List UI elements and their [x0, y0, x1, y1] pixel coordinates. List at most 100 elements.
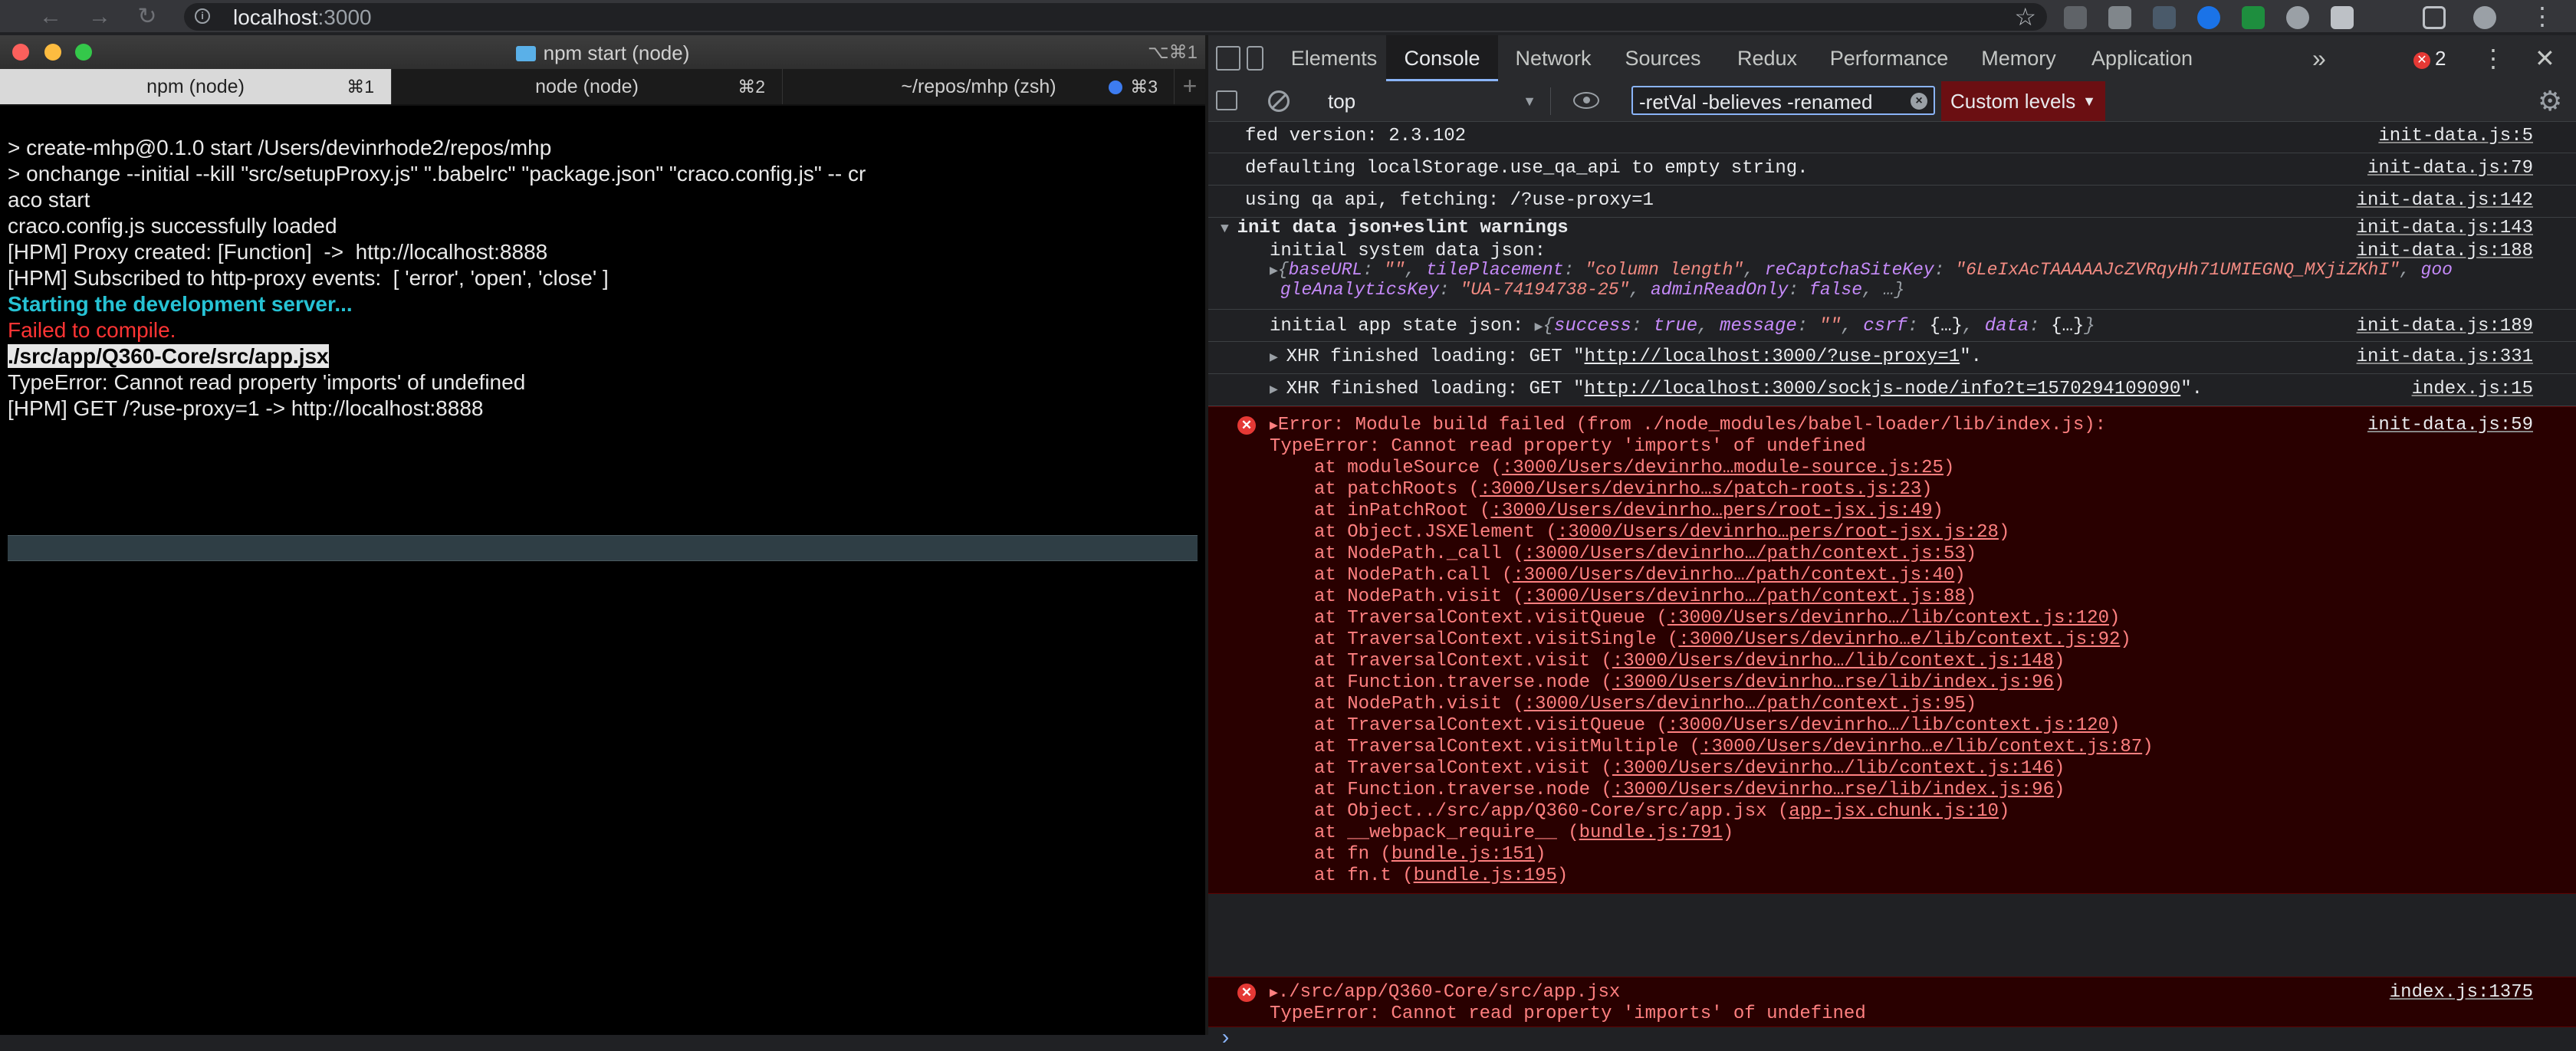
new-tab-plus-icon[interactable]: +: [1174, 69, 1205, 104]
extension-briefcase-icon[interactable]: [2108, 6, 2131, 29]
forward-arrow-icon[interactable]: →: [84, 5, 115, 29]
source-link[interactable]: index.js:15: [2412, 379, 2533, 400]
console-error[interactable]: ✕ ▶Error: Module build failed (from ./no…: [1208, 406, 2576, 894]
error-message[interactable]: ▶./src/app/Q360-Core/src/app.jsx: [1270, 982, 1620, 1004]
stack-frame-link[interactable]: :3000/Users/devinrho…module-source.js:25: [1502, 458, 1944, 478]
extension-info-icon[interactable]: [2197, 6, 2220, 29]
tab-application[interactable]: Application: [2076, 35, 2208, 81]
back-arrow-icon[interactable]: ←: [35, 5, 66, 29]
tab-network[interactable]: Network: [1498, 35, 1608, 81]
devtools-menu-icon[interactable]: ⋮: [2481, 35, 2505, 81]
stack-frame-link[interactable]: bundle.js:151: [1392, 844, 1535, 865]
cast-icon[interactable]: [2423, 6, 2446, 29]
stack-frame-link[interactable]: :3000/Users/devinrho…/lib/context.js:146: [1612, 758, 2054, 779]
extension-s-icon[interactable]: [2242, 6, 2265, 29]
stack-frame[interactable]: at NodePath.visit (:3000/Users/devinrho……: [1314, 586, 1976, 608]
group-toggle[interactable]: ▼ init data json+eslint warnings: [1221, 218, 1569, 240]
stack-frame[interactable]: at TraversalContext.visit (:3000/Users/d…: [1314, 758, 2065, 780]
terminal-tab-1[interactable]: npm (node) ⌘1: [0, 69, 391, 104]
source-link[interactable]: init-data.js:79: [2367, 158, 2533, 179]
context-select[interactable]: top ▼: [1319, 87, 1551, 115]
clear-filter-icon[interactable]: ×: [1911, 93, 1927, 110]
console-message[interactable]: defaulting localStorage.use_qa_api to em…: [1208, 153, 2576, 186]
terminal-output[interactable]: > create-mhp@0.1.0 start /Users/devinrho…: [8, 135, 1201, 422]
stack-frame[interactable]: at moduleSource (:3000/Users/devinrho…mo…: [1314, 458, 1954, 479]
stack-frame-link[interactable]: :3000/Users/devinrho…pers/root-jsx.js:28: [1557, 522, 1999, 543]
info-icon[interactable]: i: [195, 8, 210, 24]
more-tabs-chevron-icon[interactable]: »: [2312, 35, 2326, 81]
console-settings-gear-icon[interactable]: ⚙: [2538, 87, 2562, 115]
console-error[interactable]: ✕ ▶./src/app/Q360-Core/src/app.jsx index…: [1208, 977, 2576, 1027]
stack-frame-link[interactable]: :3000/Users/devinrho…/path/context.js:95: [1524, 694, 1966, 714]
source-link[interactable]: init-data.js:331: [2357, 347, 2533, 368]
avatar[interactable]: [2473, 6, 2496, 29]
stack-frame[interactable]: at TraversalContext.visitSingle (:3000/U…: [1314, 629, 2131, 651]
source-link[interactable]: index.js:1375: [2390, 982, 2533, 1003]
reload-icon[interactable]: ↻: [132, 5, 163, 29]
url-text[interactable]: localhost:3000: [233, 6, 372, 29]
clear-console-icon[interactable]: [1268, 90, 1290, 112]
xhr-url-link[interactable]: http://localhost:3000/?use-proxy=1: [1585, 347, 1960, 367]
stack-frame[interactable]: at NodePath.call (:3000/Users/devinrho…/…: [1314, 565, 1966, 586]
stack-frame-link[interactable]: :3000/Users/devinrho…/path/context.js:88: [1524, 586, 1966, 607]
stack-frame[interactable]: at Function.traverse.node (:3000/Users/d…: [1314, 780, 2065, 801]
stack-frame[interactable]: at NodePath._call (:3000/Users/devinrho……: [1314, 544, 1976, 565]
xhr-url-link[interactable]: http://localhost:3000/sockjs-node/info?t…: [1585, 379, 2181, 399]
stack-frame[interactable]: at NodePath.visit (:3000/Users/devinrho……: [1314, 694, 1976, 715]
devtools-close-icon[interactable]: ✕: [2535, 35, 2555, 81]
console-group-header[interactable]: ▼ init data json+eslint warnings init-da…: [1208, 218, 2576, 241]
stack-frame[interactable]: at inPatchRoot (:3000/Users/devinrho…per…: [1314, 501, 1944, 522]
stack-frame[interactable]: at Object../src/app/Q360-Core/src/app.js…: [1314, 801, 2009, 823]
stack-frame-link[interactable]: :3000/Users/devinrho…/path/context.js:40: [1513, 565, 1954, 586]
tab-performance[interactable]: Performance: [1817, 35, 1961, 81]
source-link[interactable]: init-data.js:5: [2378, 126, 2533, 147]
stack-frame[interactable]: at TraversalContext.visitQueue (:3000/Us…: [1314, 715, 2120, 737]
log-levels-dropdown[interactable]: Custom levels ▼: [1941, 81, 2105, 121]
console-message[interactable]: initial app state json: ▶{success: true,…: [1208, 310, 2576, 342]
extension-target-icon[interactable]: [2286, 6, 2309, 29]
console-message[interactable]: using qa api, fetching: /?use-proxy=1 in…: [1208, 186, 2576, 218]
stack-frame[interactable]: at __webpack_require__ (bundle.js:791): [1314, 823, 1733, 844]
stack-frame-link[interactable]: :3000/Users/devinrho…pers/root-jsx.js:49: [1490, 501, 1932, 521]
console-message[interactable]: fed version: 2.3.102 init-data.js:5: [1208, 121, 2576, 153]
extension-badge-icon[interactable]: [2153, 6, 2176, 29]
address-bar[interactable]: i localhost:3000 ☆: [184, 3, 2047, 31]
live-expression-eye-icon[interactable]: [1573, 92, 1599, 109]
stack-frame-link[interactable]: :3000/Users/devinrho…e/lib/context.js:87: [1700, 737, 2142, 757]
console-sidebar-icon[interactable]: [1216, 90, 1237, 110]
error-count-badge[interactable]: ✕ 2: [2413, 35, 2446, 81]
tab-console[interactable]: Console: [1386, 35, 1498, 81]
bookmark-star-icon[interactable]: ☆: [2014, 3, 2036, 31]
stack-frame-link[interactable]: bundle.js:791: [1579, 823, 1723, 843]
terminal-tab-3[interactable]: ~/repos/mhp (zsh) ⌘3: [782, 69, 1175, 104]
stack-frame-link[interactable]: :3000/Users/devinrho…rse/lib/index.js:96: [1612, 672, 2054, 693]
device-toolbar-icon[interactable]: [1247, 46, 1263, 71]
stack-frame-link[interactable]: :3000/Users/devinrho…/lib/context.js:120: [1668, 715, 2109, 736]
stack-frame-link[interactable]: :3000/Users/devinrho…/lib/context.js:120: [1668, 608, 2109, 629]
stack-frame-link[interactable]: app-jsx.chunk.js:10: [1789, 801, 1999, 822]
console-message[interactable]: ▶ XHR finished loading: GET "http://loca…: [1208, 342, 2576, 374]
tab-memory[interactable]: Memory: [1961, 35, 2076, 81]
error-message[interactable]: ▶Error: Module build failed (from ./node…: [1270, 415, 2106, 437]
console-filter-input[interactable]: -retVal -believes -renamed ×: [1631, 86, 1935, 115]
stack-frame-link[interactable]: :3000/Users/devinrho…/lib/context.js:148: [1612, 651, 2054, 672]
extension-spy-icon[interactable]: [2064, 6, 2087, 29]
tab-redux[interactable]: Redux: [1717, 35, 1817, 81]
console-prompt[interactable]: ›: [1219, 1027, 1232, 1051]
stack-frame[interactable]: at Object.JSXElement (:3000/Users/devinr…: [1314, 522, 2009, 544]
terminal-tab-2[interactable]: node (node) ⌘2: [391, 69, 782, 104]
stack-frame[interactable]: at patchRoots (:3000/Users/devinrho…s/pa…: [1314, 479, 1933, 501]
console-message[interactable]: ▶ XHR finished loading: GET "http://loca…: [1208, 374, 2576, 406]
stack-frame-link[interactable]: bundle.js:195: [1414, 865, 1557, 886]
extension-tool-icon[interactable]: [2331, 6, 2354, 29]
source-link[interactable]: init-data.js:189: [2357, 316, 2533, 337]
stack-frame[interactable]: at TraversalContext.visit (:3000/Users/d…: [1314, 651, 2065, 672]
stack-frame[interactable]: at TraversalContext.visitQueue (:3000/Us…: [1314, 608, 2120, 629]
source-link[interactable]: init-data.js:143: [2357, 218, 2533, 239]
tab-elements[interactable]: Elements: [1282, 35, 1386, 81]
stack-frame[interactable]: at TraversalContext.visitMultiple (:3000…: [1314, 737, 2154, 758]
source-link[interactable]: init-data.js:59: [2367, 415, 2533, 436]
stack-frame-link[interactable]: :3000/Users/devinrho…s/patch-roots.js:23: [1480, 479, 1921, 500]
tab-sources[interactable]: Sources: [1608, 35, 1717, 81]
stack-frame-link[interactable]: :3000/Users/devinrho…rse/lib/index.js:96: [1612, 780, 2054, 800]
